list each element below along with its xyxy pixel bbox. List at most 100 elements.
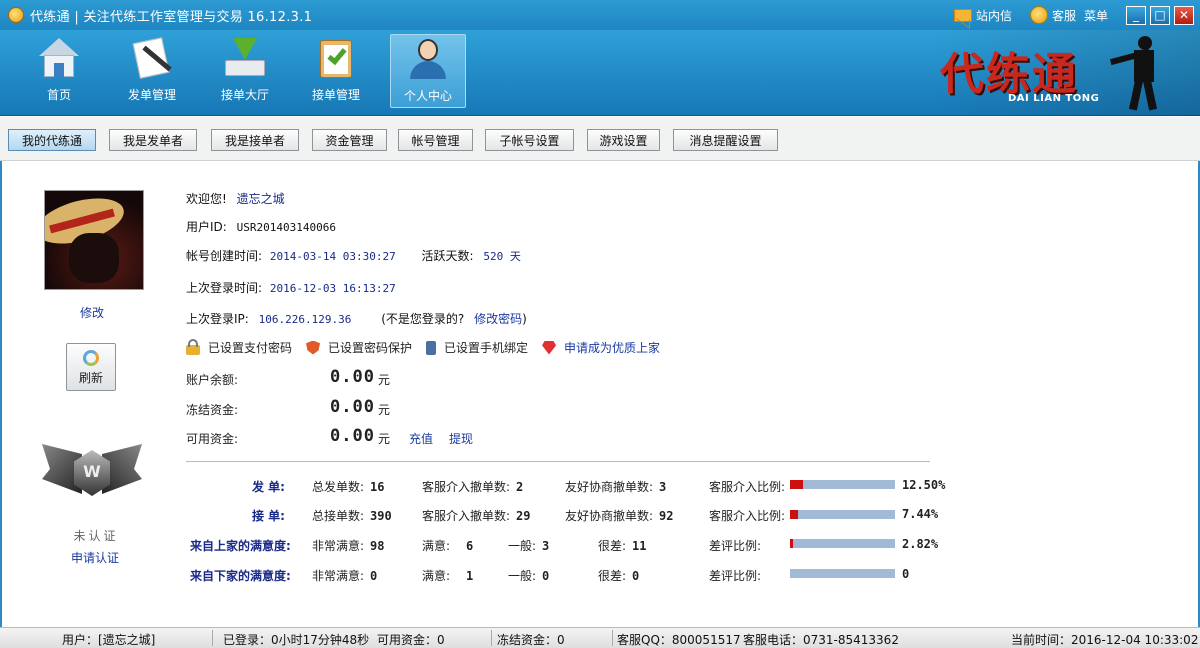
status-phone: 客服电话：0731-85413362	[743, 633, 899, 647]
accept-cs-cancel: 客服介入撤单数: 29	[422, 509, 531, 523]
toolbar-order-publish[interactable]: 发单管理	[115, 34, 189, 108]
user-center-icon	[406, 37, 450, 81]
close-button[interactable]: ✕	[1174, 5, 1194, 25]
maximize-button[interactable]: □	[1150, 5, 1170, 25]
status-logged-in: 已登录：0小时17分钟48秒	[223, 633, 370, 647]
status-qq: 客服QQ：800051517	[617, 633, 741, 647]
shield-icon	[306, 340, 321, 355]
frozen-unit: 元	[378, 403, 391, 417]
status-frozen: 冻结资金：0	[497, 633, 565, 647]
minimize-button[interactable]: _	[1126, 5, 1146, 25]
welcome-row: 欢迎您! 遗忘之城	[186, 190, 285, 207]
toolbar-label: 首页	[46, 88, 71, 102]
status-bar: 用户：[遗忘之城] 已登录：0小时17分钟48秒 可用资金：0 冻结资金：0 客…	[0, 627, 1200, 648]
publish-cs-ratio-bar	[790, 480, 895, 489]
toolbar-user-center[interactable]: 个人中心	[390, 34, 466, 108]
apply-premium-publisher[interactable]: 申请成为优质上家	[542, 339, 660, 356]
customer-service-icon	[1029, 6, 1048, 24]
toolbar-label: 接单大厅	[220, 88, 269, 102]
publisher-satisfaction-title: 来自上家的满意度:	[190, 539, 291, 553]
inbox-label: 站内信	[975, 8, 1012, 23]
refresh-button[interactable]: 刷新	[66, 343, 116, 391]
customer-service-button[interactable]: 客服	[1029, 6, 1076, 24]
brand-subtext: DAI LIAN TONG	[1008, 93, 1100, 104]
accept-cs-ratio-value: 7.44%	[902, 507, 939, 521]
toolbar-order-manage[interactable]: 接单管理	[299, 34, 373, 108]
security-password-protect: 已设置密码保护	[306, 339, 412, 356]
phone-icon	[426, 340, 437, 355]
balance-label: 账户余额:	[186, 373, 239, 387]
publisher-bad-ratio-value: 2.82%	[902, 537, 939, 551]
apply-verify-link[interactable]: 申请认证	[71, 549, 119, 566]
order-hall-icon	[223, 36, 267, 80]
window-title: 代练通 | 关注代练工作室管理与交易 16.12.3.1	[30, 9, 313, 25]
toolbar-label: 个人中心	[403, 89, 452, 103]
security-status-row: 已设置支付密码 已设置密码保护 已设置手机绑定 申请成为优质上家	[186, 339, 674, 356]
acceptor-satisfied: 满意: 1	[422, 569, 474, 583]
not-you-text: (不是您登录的?	[381, 312, 465, 326]
welcome-label: 欢迎您!	[186, 192, 227, 206]
security-label[interactable]: 申请成为优质上家	[564, 339, 660, 356]
change-password-link[interactable]: 修改密码	[474, 312, 522, 326]
tab-publisher[interactable]: 我是发单者	[109, 129, 197, 151]
status-separator	[612, 630, 613, 646]
last-login-label: 上次登录时间:	[186, 281, 263, 295]
brand-logo: 代练通 DAI LIAN TONG	[930, 30, 1200, 116]
kungfu-figure-icon	[1109, 36, 1164, 111]
accept-cs-ratio-bar	[790, 510, 895, 519]
publish-total: 总发单数: 16	[312, 480, 385, 494]
divider	[186, 461, 930, 462]
withdraw-link[interactable]: 提现	[449, 430, 473, 447]
tab-my-dailiantong[interactable]: 我的代练通	[8, 129, 96, 151]
created-time: 2014-03-14 03:30:27	[269, 250, 396, 263]
avatar	[44, 190, 144, 290]
acceptor-very-satisfied: 非常满意: 0	[312, 569, 378, 583]
acceptor-bad: 很差: 0	[598, 569, 640, 583]
toolbar-order-hall[interactable]: 接单大厅	[208, 34, 282, 108]
last-login-time: 2016-12-03 16:13:27	[269, 282, 396, 295]
active-days-label: 活跃天数:	[421, 249, 474, 263]
tab-sub-account[interactable]: 子帐号设置	[485, 129, 574, 151]
edit-avatar-link[interactable]: 修改	[80, 304, 104, 321]
acceptor-bad-ratio-label: 差评比例:	[709, 569, 762, 583]
active-days-value: 520 天	[483, 250, 521, 263]
available-value: 0.00	[330, 426, 375, 446]
accept-title: 接 单:	[252, 509, 285, 523]
toolbar-home[interactable]: 首页	[22, 34, 96, 108]
menu-button[interactable]: 菜单	[1084, 7, 1108, 24]
title-bar-controls: 站内信 客服 菜单 _ □ ✕	[953, 0, 1194, 30]
publisher-very-satisfied: 非常满意: 98	[312, 539, 385, 553]
frozen-value: 0.00	[330, 397, 375, 417]
publish-cs-cancel: 客服介入撤单数: 2	[422, 480, 524, 494]
content-panel	[0, 161, 1200, 627]
mail-icon	[953, 8, 972, 22]
sub-tab-bar: 我的代练通 我是发单者 我是接单者 资金管理 帐号管理 子帐号设置 游戏设置 消…	[0, 117, 1200, 161]
status-time: 当前时间：2016-12-04 10:33:02	[1011, 633, 1199, 647]
accept-total: 总接单数: 390	[312, 509, 392, 523]
security-label: 已设置手机绑定	[444, 341, 529, 355]
tab-notification-settings[interactable]: 消息提醒设置	[673, 129, 778, 151]
publisher-bad-ratio-label: 差评比例:	[709, 539, 762, 553]
available-unit: 元	[378, 432, 391, 446]
publish-title: 发 单:	[252, 480, 285, 494]
acceptor-satisfaction-title: 来自下家的满意度:	[190, 569, 291, 583]
last-ip-row: 上次登录IP: 106.226.129.36 (不是您登录的? 修改密码)	[186, 310, 527, 327]
user-id-label: 用户ID:	[186, 220, 227, 234]
tab-account[interactable]: 帐号管理	[398, 129, 473, 151]
customer-service-label: 客服	[1051, 8, 1076, 23]
title-bar: 代练通 | 关注代练工作室管理与交易 16.12.3.1 站内信 客服 菜单 _…	[0, 0, 1200, 30]
publish-friendly-cancel: 友好协商撤单数: 3	[565, 480, 667, 494]
inbox-button[interactable]: 站内信	[953, 7, 1012, 24]
toolbar-label: 接单管理	[311, 88, 360, 102]
recharge-link[interactable]: 充值	[409, 430, 433, 447]
created-label: 帐号创建时间:	[186, 249, 263, 263]
user-id-row: 用户ID: USR201403140066	[186, 218, 336, 235]
available-label: 可用资金:	[186, 432, 239, 446]
security-label: 已设置密码保护	[328, 341, 413, 355]
publisher-satisfied: 满意: 6	[422, 539, 474, 553]
tab-funds[interactable]: 资金管理	[312, 129, 387, 151]
status-separator	[491, 630, 492, 646]
tab-game-settings[interactable]: 游戏设置	[587, 129, 660, 151]
tab-acceptor[interactable]: 我是接单者	[211, 129, 299, 151]
acceptor-bad-ratio-value: 0	[902, 567, 910, 581]
